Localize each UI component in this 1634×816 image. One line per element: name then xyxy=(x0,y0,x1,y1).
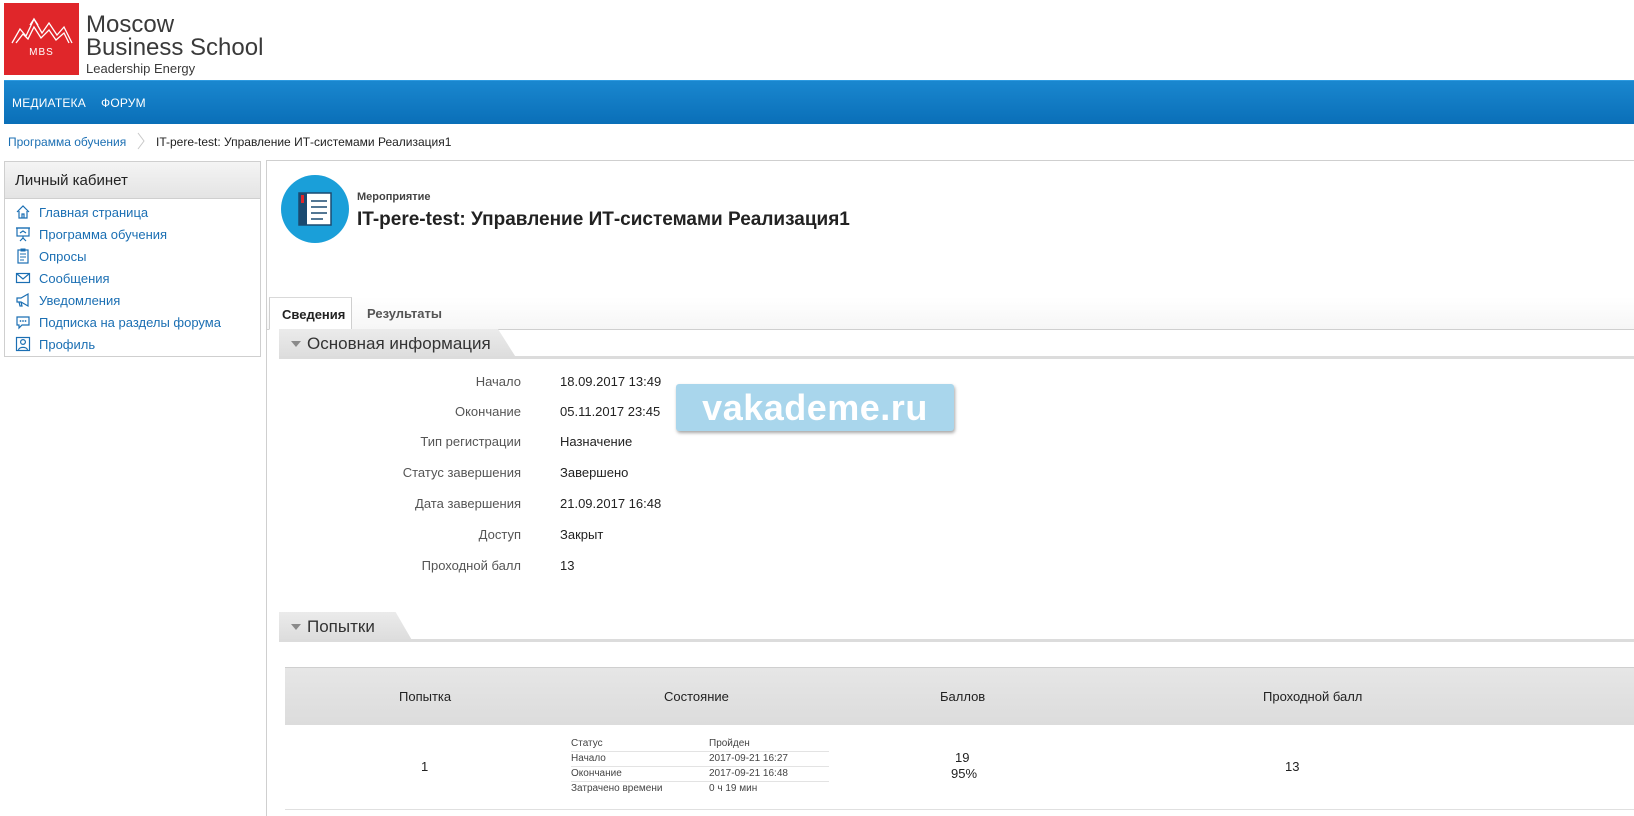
state-row: Статус Пройден xyxy=(571,737,829,752)
sidebar-item-label: Уведомления xyxy=(39,292,121,308)
attempt-number: 1 xyxy=(421,759,429,774)
mbs-logo[interactable]: MBS xyxy=(4,3,79,75)
sidebar-item-profile[interactable]: Профиль xyxy=(15,334,95,354)
attempts-table: Попытка Состояние Баллов Проходной балл … xyxy=(285,667,1634,816)
logo-tagline: Leadership Energy xyxy=(86,61,196,76)
info-value: Закрыт xyxy=(560,527,604,542)
column-header-score: Баллов xyxy=(940,689,986,704)
attempt-passing-score: 13 xyxy=(1285,759,1300,774)
breadcrumb: Программа обучения IT-pere-test: Управле… xyxy=(0,126,1634,156)
breadcrumb-link-program[interactable]: Программа обучения xyxy=(8,135,126,149)
section-title: Попытки xyxy=(307,617,375,636)
watermark: vakademe.ru xyxy=(676,384,954,431)
sidebar-item-messages[interactable]: Сообщения xyxy=(15,268,110,288)
info-value: 13 xyxy=(560,558,575,573)
event-type-label: Мероприятие xyxy=(357,191,431,203)
sidebar-item-label: Сообщения xyxy=(39,270,110,286)
table-header: Попытка Состояние Баллов Проходной балл xyxy=(285,667,1634,725)
attempt-score-percent: 95% xyxy=(951,766,978,781)
logo-line-2: Business School xyxy=(86,34,264,61)
info-value: 18.09.2017 13:49 xyxy=(560,374,662,389)
event-badge xyxy=(281,175,349,243)
logo-wordmark: Moscow Business School Leadership Energy xyxy=(86,11,264,77)
state-key: Статус xyxy=(571,738,603,749)
state-row: Окончание 2017-09-21 16:48 xyxy=(571,767,829,782)
info-row-completion-status: Статус завершения Завершено xyxy=(267,465,967,485)
column-header-state: Состояние xyxy=(664,689,729,704)
state-value: 2017-09-21 16:27 xyxy=(709,753,788,764)
attempt-state-table: Статус Пройден Начало 2017-09-21 16:27 О… xyxy=(571,737,829,797)
tab-bar: Сведения Результаты xyxy=(267,297,1634,330)
section-title: Основная информация xyxy=(307,334,491,353)
state-key: Начало xyxy=(571,753,606,764)
info-label: Проходной балл xyxy=(421,558,521,573)
nav-item-mediateka[interactable]: МЕДИАТЕКА xyxy=(12,96,86,110)
chat-bubble-icon xyxy=(16,316,30,330)
mountain-logo-icon xyxy=(11,17,73,44)
top-navigation: МЕДИАТЕКА ФОРУМ xyxy=(4,80,1634,124)
page-title: IT-pere-test: Управление ИТ-системами Ре… xyxy=(357,209,850,230)
clipboard-icon xyxy=(17,248,29,264)
logo-abbr: MBS xyxy=(29,47,54,58)
info-label: Окончание xyxy=(454,404,521,419)
sidebar-item-surveys[interactable]: Опросы xyxy=(15,246,86,266)
state-key: Окончание xyxy=(571,768,622,779)
nav-item-forum[interactable]: ФОРУМ xyxy=(101,96,146,110)
tab-results[interactable]: Результаты xyxy=(355,297,454,330)
info-label: Доступ xyxy=(478,527,521,542)
info-label: Статус завершения xyxy=(402,465,521,480)
sidebar-title: Личный кабинет xyxy=(5,162,260,199)
info-value: 21.09.2017 16:48 xyxy=(560,496,662,511)
info-value: Завершено xyxy=(560,465,629,480)
sidebar-item-label: Главная страница xyxy=(39,204,149,220)
sidebar-item-label: Опросы xyxy=(39,248,87,264)
state-value: 0 ч 19 мин xyxy=(709,783,758,794)
collapse-triangle-icon xyxy=(291,624,301,630)
main-panel: Мероприятие IT-pere-test: Управление ИТ-… xyxy=(266,160,1634,816)
info-value: 05.11.2017 23:45 xyxy=(560,404,661,419)
info-row-completion-date: Дата завершения 21.09.2017 16:48 xyxy=(267,496,967,516)
envelope-icon xyxy=(15,272,31,284)
info-value: Назначение xyxy=(560,434,633,449)
info-row-passing-score: Проходной балл 13 xyxy=(267,558,967,578)
info-label: Дата завершения xyxy=(415,496,521,511)
collapse-triangle-icon xyxy=(291,341,301,347)
sidebar: Личный кабинет Главная страница Программ… xyxy=(4,161,261,357)
sidebar-item-forum-subscriptions[interactable]: Подписка на разделы форума xyxy=(15,312,221,332)
state-value: Пройден xyxy=(709,738,750,749)
sidebar-item-home[interactable]: Главная страница xyxy=(15,202,148,222)
section-main-info-header[interactable]: Основная информация xyxy=(279,329,1634,359)
info-label: Тип регистрации xyxy=(420,434,521,449)
sidebar-item-notifications[interactable]: Уведомления xyxy=(15,290,120,310)
tab-details[interactable]: Сведения xyxy=(269,297,352,330)
profile-icon xyxy=(15,336,31,352)
info-label: Начало xyxy=(475,374,521,389)
info-row-registration-type: Тип регистрации Назначение xyxy=(267,434,967,454)
info-row-access: Доступ Закрыт xyxy=(267,527,967,547)
breadcrumb-current: IT-pere-test: Управление ИТ-системами Ре… xyxy=(156,135,452,149)
sidebar-item-label: Подписка на разделы форума xyxy=(39,314,221,330)
state-row: Начало 2017-09-21 16:27 xyxy=(571,752,829,767)
column-header-passing-score: Проходной балл xyxy=(1263,689,1363,704)
attempt-score: 19 xyxy=(955,750,970,765)
notebook-icon xyxy=(298,192,332,226)
sidebar-item-label: Профиль xyxy=(39,336,96,352)
table-row: 1 Статус Пройден Начало 2017-09-21 16:27… xyxy=(285,725,1634,810)
site-header: MBS Moscow Business School Leadership En… xyxy=(0,0,1634,78)
sidebar-item-label: Программа обучения xyxy=(39,226,168,242)
sidebar-item-program[interactable]: Программа обучения xyxy=(15,224,167,244)
section-attempts-header[interactable]: Попытки xyxy=(279,612,1634,642)
chevron-right-icon xyxy=(137,132,145,150)
home-icon xyxy=(16,205,30,219)
presentation-icon xyxy=(16,227,30,242)
state-key: Затрачено времени xyxy=(571,783,663,794)
column-header-attempt: Попытка xyxy=(399,689,452,704)
logo-line-1: Moscow xyxy=(86,11,175,38)
state-row: Затрачено времени 0 ч 19 мин xyxy=(571,782,829,797)
megaphone-icon xyxy=(16,292,29,308)
state-value: 2017-09-21 16:48 xyxy=(709,768,788,779)
